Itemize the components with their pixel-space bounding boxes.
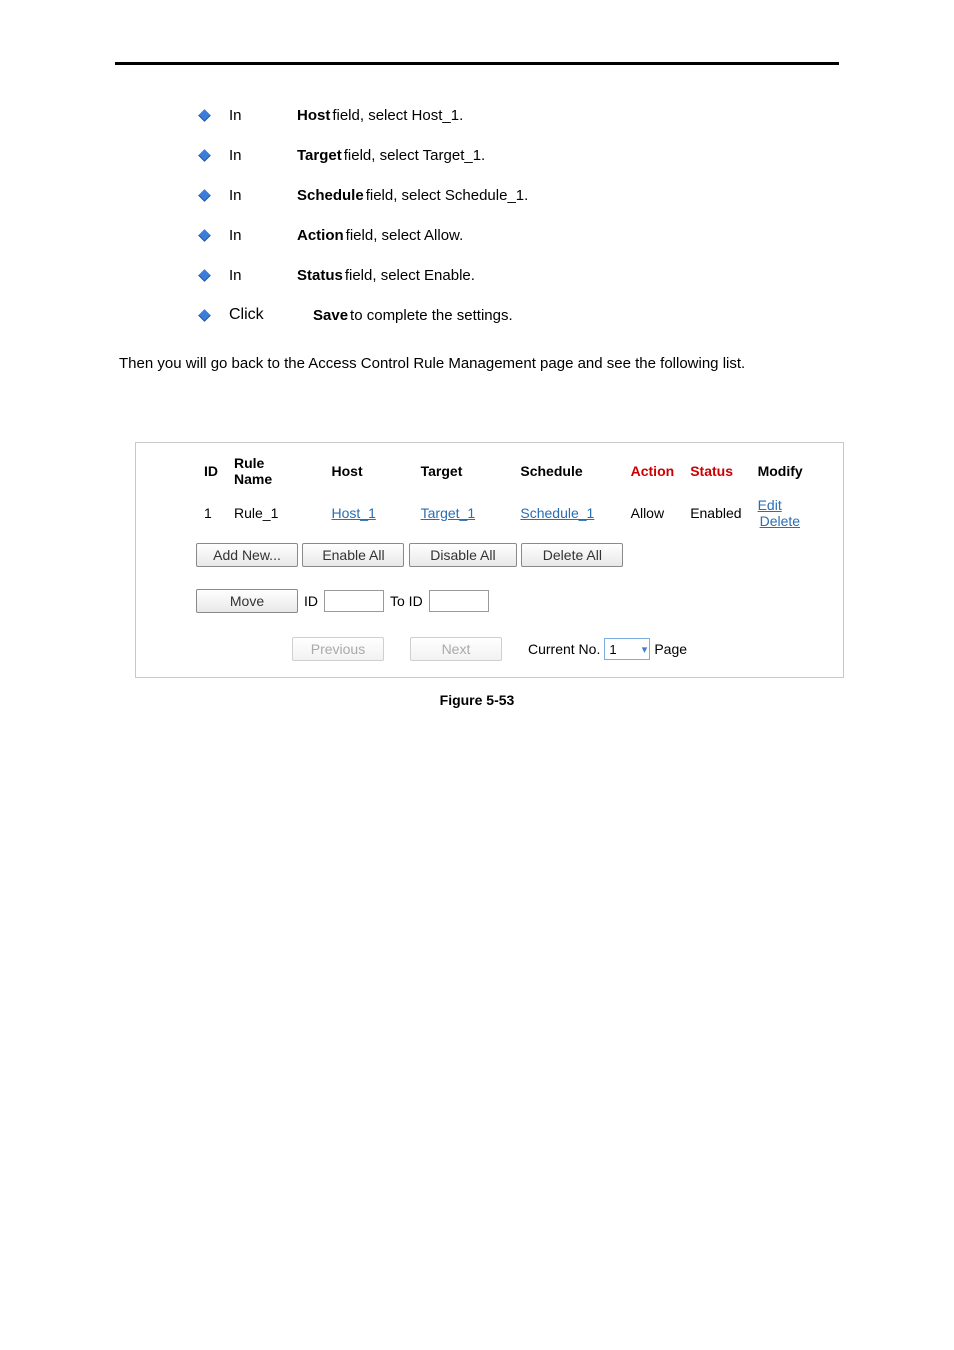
target-link[interactable]: Target_1 <box>421 505 475 521</box>
table-row: 1 Rule_1 Host_1 Target_1 Schedule_1 Allo… <box>196 493 831 533</box>
toid-input[interactable] <box>429 590 489 612</box>
col-modify: Modify <box>750 451 831 493</box>
bullet-before: Click <box>229 306 313 324</box>
pager: Previous Next Current No. 1 ▾ Page <box>148 637 831 661</box>
move-row: Move ID To ID <box>196 589 831 613</box>
page-select[interactable]: 1 ▾ <box>604 638 650 660</box>
button-row: Add New... Enable All Disable All Delete… <box>196 543 831 567</box>
delete-link[interactable]: Delete <box>760 513 800 529</box>
bullet-before: In <box>229 107 297 124</box>
bullet-after: field, select Allow. <box>346 227 464 244</box>
list-item: In Status field, select Enable. <box>200 255 839 295</box>
bullet-after: to complete the settings. <box>350 307 513 324</box>
list-item: In Action field, select Allow. <box>200 215 839 255</box>
col-schedule: Schedule <box>512 451 622 493</box>
bullet-after: field, select Schedule_1. <box>366 187 529 204</box>
figure-caption: Figure 5-53 <box>115 692 839 708</box>
list-item: In Host field, select Host_1. <box>200 95 839 135</box>
bullet-before: In <box>229 267 297 284</box>
delete-all-button[interactable]: Delete All <box>521 543 623 567</box>
page-select-value: 1 <box>609 642 616 657</box>
cell-id: 1 <box>196 493 226 533</box>
bullet-label-schedule: Schedule <box>297 187 364 204</box>
diamond-icon <box>198 109 211 122</box>
diamond-icon <box>198 229 211 242</box>
schedule-link[interactable]: Schedule_1 <box>520 505 594 521</box>
list-item: In Target field, select Target_1. <box>200 135 839 175</box>
current-no-label: Current No. <box>528 641 600 657</box>
enable-all-button[interactable]: Enable All <box>302 543 404 567</box>
add-new-button[interactable]: Add New... <box>196 543 298 567</box>
intro-text: Then you will go back to the Access Cont… <box>119 355 839 372</box>
disable-all-button[interactable]: Disable All <box>409 543 517 567</box>
bullet-after: field, select Enable. <box>345 267 475 284</box>
cell-status: Enabled <box>682 493 749 533</box>
edit-link[interactable]: Edit <box>758 497 782 513</box>
cell-action: Allow <box>623 493 683 533</box>
rules-panel: ID Rule Name Host Target Schedule Action… <box>135 442 844 678</box>
bullet-label-target: Target <box>297 147 342 164</box>
list-item: In Schedule field, select Schedule_1. <box>200 175 839 215</box>
col-status: Status <box>682 451 749 493</box>
list-item: Click Save to complete the settings. <box>200 295 839 335</box>
toid-label: To ID <box>390 593 423 609</box>
diamond-icon <box>198 269 211 282</box>
rules-table: ID Rule Name Host Target Schedule Action… <box>196 451 831 533</box>
table-header-row: ID Rule Name Host Target Schedule Action… <box>196 451 831 493</box>
previous-button[interactable]: Previous <box>292 637 384 661</box>
host-link[interactable]: Host_1 <box>332 505 376 521</box>
bullet-list: In Host field, select Host_1. In Target … <box>200 95 839 335</box>
chevron-down-icon: ▾ <box>642 643 648 656</box>
id-input[interactable] <box>324 590 384 612</box>
col-host: Host <box>324 451 413 493</box>
next-button[interactable]: Next <box>410 637 502 661</box>
diamond-icon <box>198 189 211 202</box>
bullet-label-action: Action <box>297 227 344 244</box>
bullet-after: field, select Host_1. <box>332 107 463 124</box>
diamond-icon <box>198 309 211 322</box>
move-button[interactable]: Move <box>196 589 298 613</box>
bullet-before: In <box>229 227 297 244</box>
col-rule: Rule Name <box>226 451 324 493</box>
top-rule <box>115 62 839 65</box>
bullet-label-status: Status <box>297 267 343 284</box>
bullet-after: field, select Target_1. <box>344 147 485 164</box>
col-action: Action <box>623 451 683 493</box>
id-label: ID <box>304 593 318 609</box>
bullet-before: In <box>229 187 297 204</box>
page-label: Page <box>654 641 687 657</box>
bullet-label-host: Host <box>297 107 330 124</box>
col-target: Target <box>413 451 513 493</box>
bullet-before: In <box>229 147 297 164</box>
col-id: ID <box>196 451 226 493</box>
cell-rule: Rule_1 <box>226 493 324 533</box>
diamond-icon <box>198 149 211 162</box>
bullet-label-save: Save <box>313 307 348 324</box>
